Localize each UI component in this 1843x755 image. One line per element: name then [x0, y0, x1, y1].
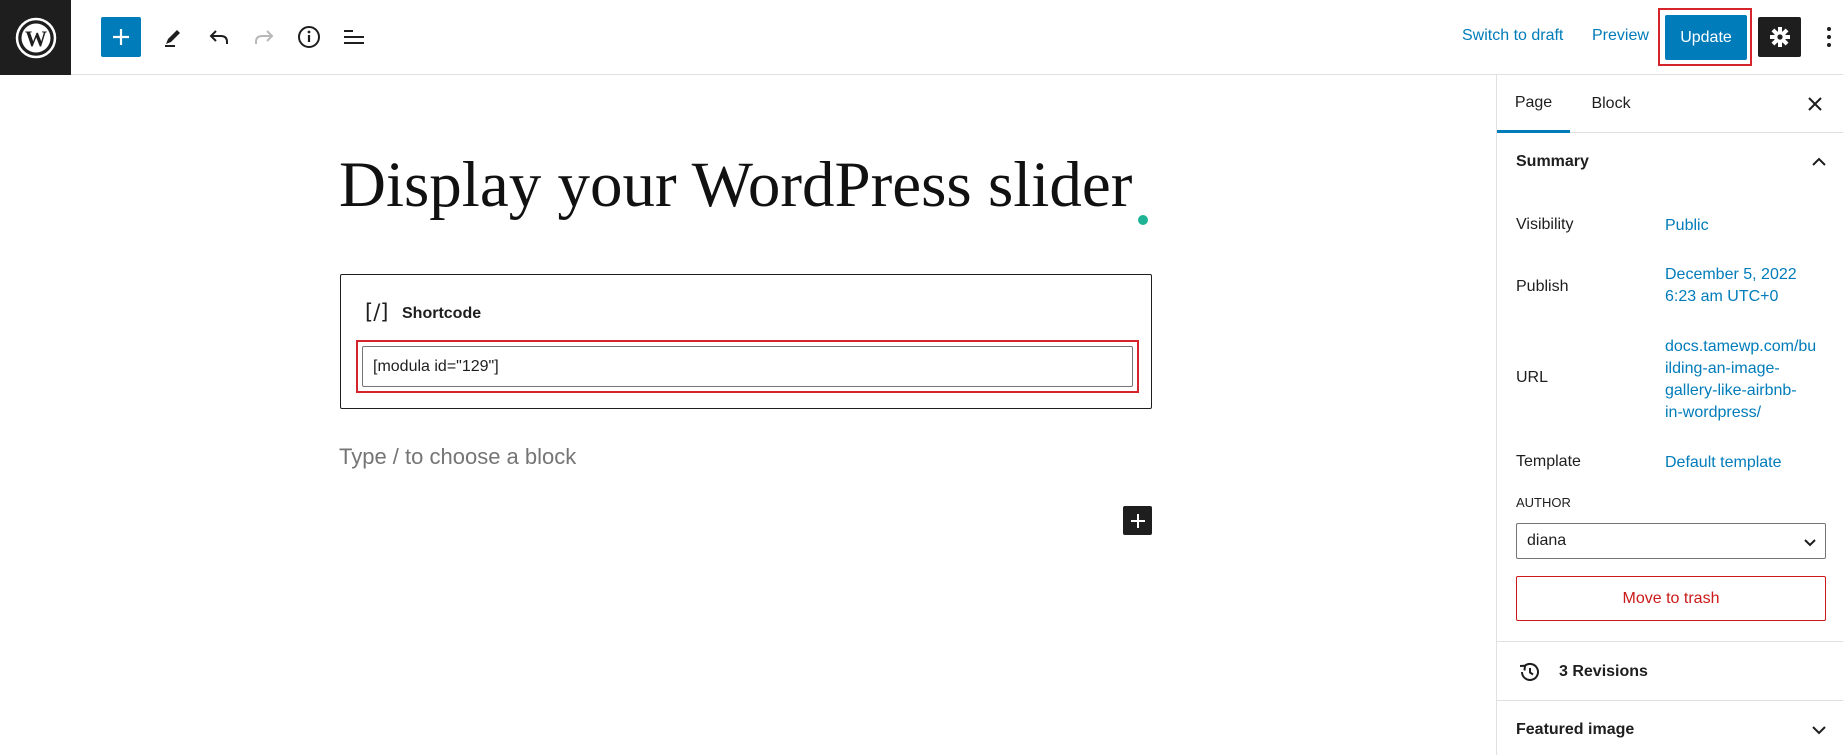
- plus-icon: [113, 29, 129, 45]
- author-label: AUTHOR: [1516, 495, 1571, 510]
- shortcode-icon: [/]: [365, 300, 389, 324]
- settings-sidebar: Page Block Summary Visibility Public Pub…: [1496, 75, 1843, 755]
- publish-time-line: 6:23 am UTC+0: [1665, 288, 1779, 305]
- tab-block[interactable]: Block: [1581, 75, 1641, 133]
- visibility-value-link[interactable]: Public: [1665, 215, 1709, 237]
- svg-text:W: W: [25, 26, 47, 51]
- close-icon: [1808, 97, 1822, 111]
- kebab-icon: [1827, 27, 1831, 47]
- chevron-up-icon: [1812, 157, 1826, 166]
- info-icon: [298, 26, 320, 48]
- settings-button[interactable]: [1758, 17, 1801, 57]
- author-select-value: diana: [1527, 532, 1567, 549]
- undo-icon: [209, 30, 228, 44]
- editor-top-toolbar: W Switch to draft Preview Update: [0, 0, 1843, 75]
- inline-add-block-button[interactable]: [1123, 506, 1152, 535]
- template-value-link[interactable]: Default template: [1665, 452, 1782, 474]
- publish-date-line: December 5, 2022: [1665, 266, 1797, 283]
- shortcode-block-label: Shortcode: [402, 305, 482, 322]
- details-button[interactable]: [289, 17, 329, 57]
- post-title[interactable]: Display your WordPress slider: [339, 149, 1132, 222]
- sidebar-tabs: Page Block: [1497, 75, 1843, 133]
- template-label: Template: [1516, 453, 1581, 470]
- update-button[interactable]: Update: [1665, 15, 1747, 60]
- featured-image-panel-title: Featured image: [1516, 721, 1635, 738]
- move-to-trash-button[interactable]: Move to trash: [1516, 576, 1826, 621]
- undo-button[interactable]: [199, 17, 239, 57]
- wordpress-logo-icon[interactable]: W: [0, 0, 71, 75]
- revisions-count: 3 Revisions: [1559, 663, 1648, 680]
- tab-page[interactable]: Page: [1497, 75, 1570, 133]
- list-view-button[interactable]: [335, 17, 375, 57]
- chevron-down-icon: [1804, 539, 1816, 547]
- url-label: URL: [1516, 369, 1549, 386]
- tools-button[interactable]: [153, 17, 193, 57]
- redo-button[interactable]: [244, 17, 284, 57]
- author-select[interactable]: diana: [1516, 523, 1826, 559]
- history-icon: [1519, 662, 1539, 681]
- list-view-icon: [344, 30, 364, 44]
- gear-icon: [1769, 27, 1790, 47]
- close-sidebar-button[interactable]: [1803, 92, 1827, 116]
- switch-to-draft-button[interactable]: Switch to draft: [1462, 27, 1563, 45]
- publish-label: Publish: [1516, 278, 1569, 295]
- url-line: in-wordpress/: [1665, 404, 1762, 421]
- url-line: docs.tamewp.com/bu: [1665, 338, 1817, 355]
- summary-panel-title: Summary: [1516, 153, 1589, 170]
- redo-icon: [255, 30, 274, 44]
- summary-panel-toggle[interactable]: Summary: [1497, 133, 1843, 191]
- featured-image-panel-toggle[interactable]: Featured image: [1497, 701, 1843, 755]
- shortcode-input[interactable]: [362, 346, 1133, 387]
- preview-button[interactable]: Preview: [1592, 27, 1649, 45]
- title-cursor-dot: [1138, 215, 1148, 225]
- shortcode-block[interactable]: [/] Shortcode: [340, 274, 1152, 409]
- add-block-button[interactable]: [101, 17, 141, 57]
- url-line: gallery-like-airbnb-: [1665, 382, 1797, 399]
- chevron-down-icon: [1812, 726, 1826, 735]
- revisions-link[interactable]: 3 Revisions: [1497, 642, 1843, 700]
- url-line: ilding-an-image-: [1665, 360, 1780, 377]
- plus-icon: [1130, 513, 1145, 528]
- block-appender-placeholder[interactable]: Type / to choose a block: [339, 444, 576, 470]
- pencil-icon: [165, 30, 180, 47]
- visibility-label: Visibility: [1516, 216, 1574, 233]
- options-button[interactable]: [1819, 17, 1839, 57]
- url-link[interactable]: docs.tamewp.com/bu ilding-an-image- gall…: [1665, 336, 1816, 424]
- publish-date-link[interactable]: December 5, 2022 6:23 am UTC+0: [1665, 264, 1797, 308]
